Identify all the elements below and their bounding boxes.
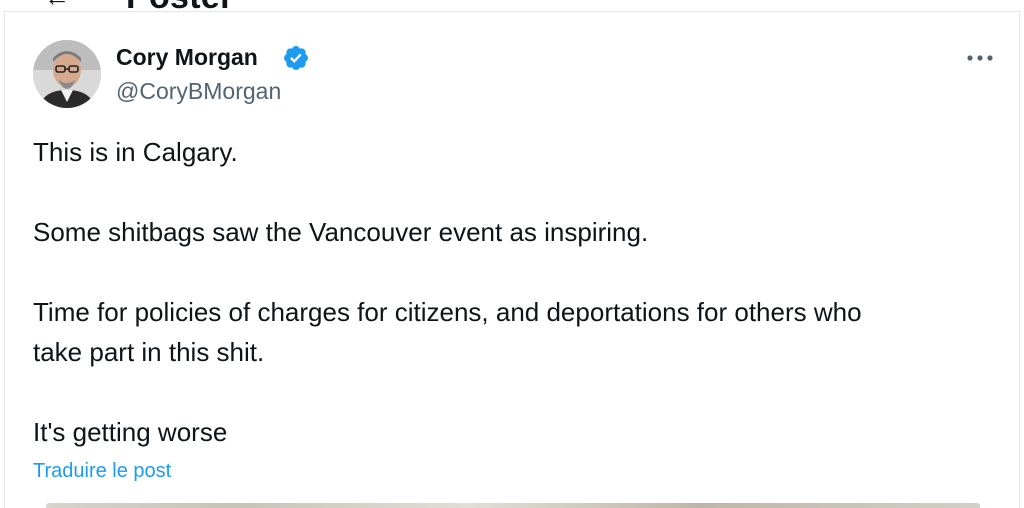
verified-badge-icon[interactable] [282, 44, 310, 72]
post-text-line: Time for policies of charges for citizen… [33, 297, 862, 327]
post-text-line: It's getting worse [33, 417, 228, 447]
author-handle[interactable]: @CoryBMorgan [116, 76, 281, 106]
post-text-line: take part in this shit. [33, 337, 265, 367]
translate-post-link[interactable]: Traduire le post [33, 456, 171, 486]
author-name[interactable]: Cory Morgan [116, 42, 258, 72]
post-text-line: This is in Calgary. [33, 137, 238, 167]
tweet-page: ← Poster Cory Morgan @CoryBMorgan [0, 0, 1024, 508]
post-media[interactable] [46, 503, 980, 508]
avatar-image [33, 40, 101, 108]
more-horizontal-icon[interactable] [962, 42, 998, 72]
avatar[interactable] [33, 40, 101, 108]
post-text-line: Some shitbags saw the Vancouver event as… [33, 217, 649, 247]
